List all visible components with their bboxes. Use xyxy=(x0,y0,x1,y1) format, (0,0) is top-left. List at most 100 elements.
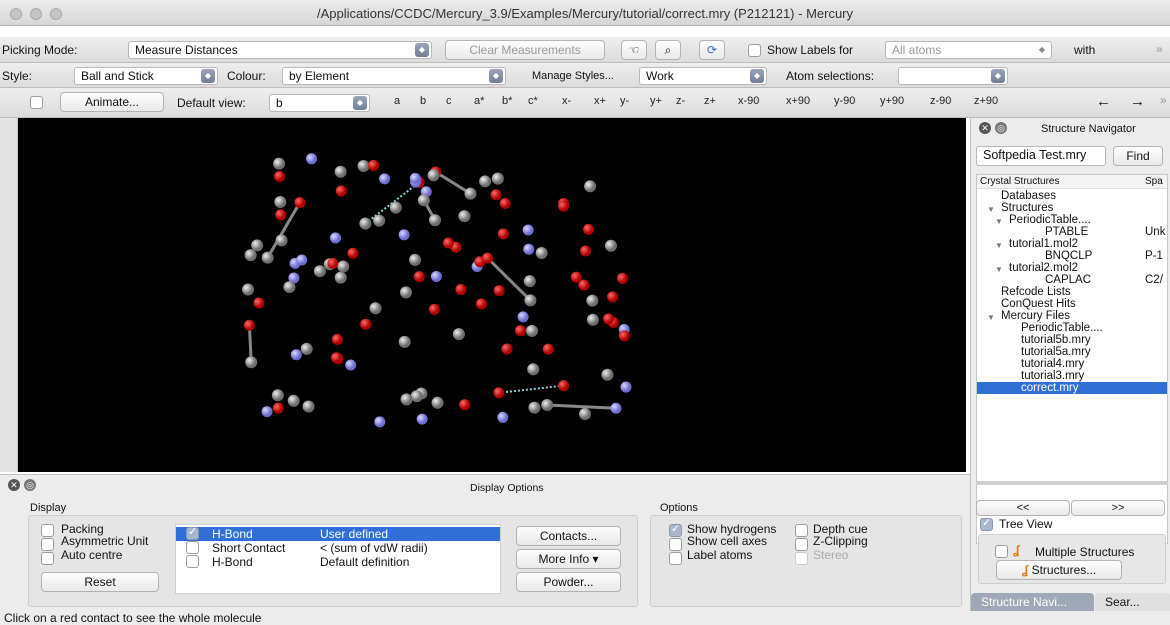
molecule-viewer[interactable] xyxy=(18,118,966,472)
tab-structure-navigator[interactable]: Structure Navi... xyxy=(971,593,1094,612)
show-cell-axes-checkbox[interactable] xyxy=(669,538,682,551)
view-button-z-minusplus[interactable]: z+ xyxy=(704,95,716,107)
atom[interactable] xyxy=(271,389,284,402)
show-labels-select[interactable]: All atoms ◆ xyxy=(885,41,1052,59)
atom[interactable] xyxy=(360,318,372,330)
atom[interactable] xyxy=(620,381,632,393)
toolbar-overflow-button[interactable]: » xyxy=(1160,93,1167,107)
tree-item[interactable]: ▼ Mercury Files xyxy=(977,310,1167,322)
atom[interactable] xyxy=(427,169,440,182)
atom[interactable] xyxy=(400,393,413,406)
atom[interactable] xyxy=(345,359,357,371)
molecule-render[interactable] xyxy=(18,118,966,472)
label-atoms-checkbox[interactable] xyxy=(669,552,682,565)
atom[interactable] xyxy=(557,200,569,212)
atom[interactable] xyxy=(528,401,541,414)
view-button-z-minusplus90[interactable]: z+90 xyxy=(974,95,998,107)
close-panel-icon[interactable]: ✕ xyxy=(979,122,991,134)
atom[interactable] xyxy=(603,313,615,325)
view-button-y-minus[interactable]: y- xyxy=(620,95,629,107)
tree-item[interactable]: tutorial5b.mry xyxy=(977,334,1167,346)
float-panel-icon[interactable]: ◎ xyxy=(995,122,1007,134)
atom[interactable] xyxy=(618,330,630,342)
atom[interactable] xyxy=(306,153,318,165)
atom[interactable] xyxy=(417,194,430,207)
contact-checkbox[interactable] xyxy=(186,525,199,540)
atom[interactable] xyxy=(347,247,359,259)
contact-row[interactable]: H-Bond User defined xyxy=(176,525,500,541)
atom[interactable] xyxy=(261,406,273,418)
view-button-x-minus[interactable]: x- xyxy=(562,95,571,107)
atom[interactable] xyxy=(253,297,265,309)
atom[interactable] xyxy=(273,170,285,182)
atom[interactable] xyxy=(357,159,370,172)
atom[interactable] xyxy=(578,279,590,291)
bond[interactable] xyxy=(486,256,532,302)
depth-cue-checkbox[interactable] xyxy=(795,524,808,537)
atom[interactable] xyxy=(413,271,425,283)
col-crystal-structures[interactable]: Crystal Structures xyxy=(980,176,1059,187)
picking-mode-select[interactable]: Measure Distances ◆ xyxy=(128,41,432,59)
atom[interactable] xyxy=(313,265,326,278)
atom[interactable] xyxy=(479,175,492,188)
atom[interactable] xyxy=(527,363,540,376)
atom[interactable] xyxy=(274,196,287,209)
atom[interactable] xyxy=(523,275,536,288)
atom[interactable] xyxy=(398,335,411,348)
show-hydrogens-checkbox[interactable] xyxy=(669,522,682,537)
work-select[interactable]: Work ◆ xyxy=(639,67,767,85)
atom[interactable] xyxy=(273,157,286,170)
col-space-group[interactable]: Spa xyxy=(1145,176,1163,187)
tab-search[interactable]: Sear... xyxy=(1095,593,1170,612)
manage-styles-button[interactable]: Manage Styles... xyxy=(532,70,614,82)
atom[interactable] xyxy=(244,249,257,262)
view-button-y-minusplus[interactable]: y+ xyxy=(650,95,662,107)
bond[interactable] xyxy=(434,170,472,195)
atom[interactable] xyxy=(604,239,617,252)
atom[interactable] xyxy=(475,298,487,310)
back-arrow-button[interactable]: ← xyxy=(1096,93,1111,110)
atom[interactable] xyxy=(416,413,428,425)
tree-item[interactable]: ▼ PeriodicTable.... xyxy=(977,214,1167,226)
zoom-tool-button[interactable]: ⌕ xyxy=(655,40,681,60)
atom[interactable] xyxy=(283,281,296,294)
atom[interactable] xyxy=(455,284,467,296)
atom[interactable] xyxy=(428,303,440,315)
atom[interactable] xyxy=(272,402,284,414)
atom[interactable] xyxy=(368,159,380,171)
tree-item[interactable]: ▼ tutorial1.mol2 xyxy=(977,238,1167,250)
atom[interactable] xyxy=(409,253,422,266)
atom[interactable] xyxy=(379,173,391,185)
atom[interactable] xyxy=(330,352,342,364)
atom[interactable] xyxy=(493,387,505,399)
contact-row[interactable]: Short Contact < (sum of vdW radii) xyxy=(176,541,500,555)
atom[interactable] xyxy=(490,189,502,201)
prev-structure-button[interactable]: << xyxy=(976,500,1070,516)
view-button-y-minus90[interactable]: y-90 xyxy=(834,95,855,107)
view-button-c[interactable]: c xyxy=(446,95,452,107)
atom[interactable] xyxy=(399,286,412,299)
packing-checkbox[interactable] xyxy=(41,524,54,537)
tree-item[interactable]: Refcode Lists xyxy=(977,286,1167,298)
atom[interactable] xyxy=(296,254,308,266)
atom[interactable] xyxy=(586,313,599,326)
rotate-tool-button[interactable]: ⟳ xyxy=(699,40,725,60)
tree-item[interactable]: ▼ tutorial2.mol2 xyxy=(977,262,1167,274)
atom[interactable] xyxy=(524,294,537,307)
atom[interactable] xyxy=(359,217,372,230)
atom[interactable] xyxy=(245,356,258,369)
atom[interactable] xyxy=(499,198,511,210)
atom[interactable] xyxy=(334,165,347,178)
atom[interactable] xyxy=(287,394,300,407)
stereo-checkbox[interactable] xyxy=(795,552,808,565)
atom[interactable] xyxy=(443,237,455,249)
atom[interactable] xyxy=(327,257,339,269)
view-button-x-minusplus[interactable]: x+ xyxy=(594,95,606,107)
contacts-button[interactable]: Contacts... xyxy=(516,526,621,546)
view-button-x-minus90[interactable]: x-90 xyxy=(738,95,759,107)
tree-item[interactable]: PTABLE Unk xyxy=(977,226,1167,238)
contact-checkbox[interactable] xyxy=(186,555,199,568)
atom[interactable] xyxy=(517,311,529,323)
show-labels-checkbox[interactable] xyxy=(748,44,761,57)
atom[interactable] xyxy=(261,251,274,264)
